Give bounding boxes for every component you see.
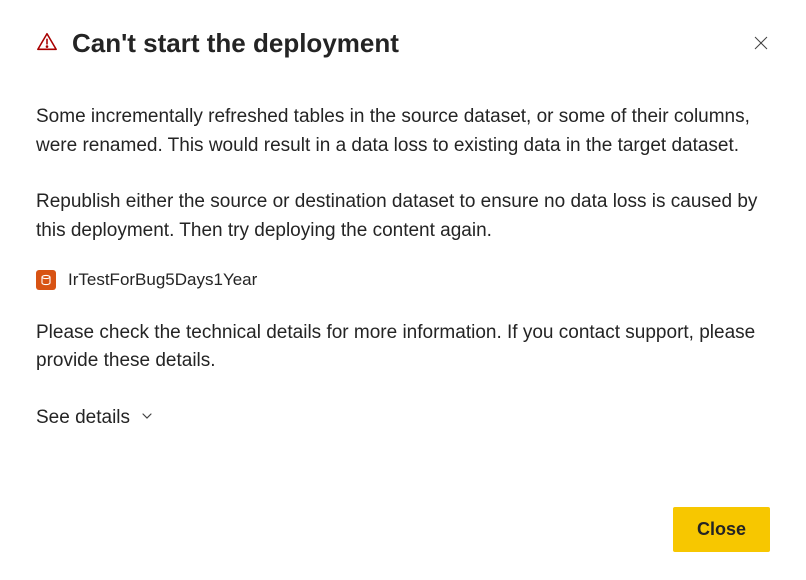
close-icon[interactable]	[752, 34, 770, 52]
paragraph-action: Republish either the source or destinati…	[36, 188, 770, 245]
dialog-footer: Close	[673, 507, 770, 552]
dataset-name: IrTestForBug5Days1Year	[68, 267, 257, 293]
paragraph-support: Please check the technical details for m…	[36, 319, 770, 376]
paragraph-cause: Some incrementally refreshed tables in t…	[36, 103, 770, 160]
error-dialog: Can't start the deployment Some incremen…	[0, 0, 806, 580]
dialog-header: Can't start the deployment	[36, 28, 770, 59]
see-details-label: See details	[36, 404, 130, 433]
see-details-toggle[interactable]: See details	[36, 404, 770, 433]
close-button[interactable]: Close	[673, 507, 770, 552]
warning-icon	[36, 31, 58, 58]
dialog-title: Can't start the deployment	[72, 28, 399, 59]
dialog-body: Some incrementally refreshed tables in t…	[36, 103, 770, 432]
chevron-down-icon	[140, 404, 154, 433]
dataset-icon	[36, 270, 56, 290]
dataset-row: IrTestForBug5Days1Year	[36, 267, 770, 293]
